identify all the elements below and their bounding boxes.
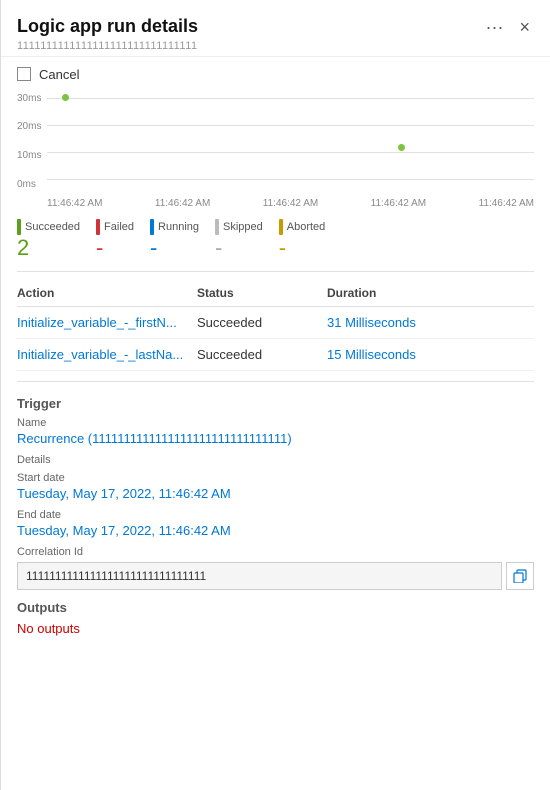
status-label-2: Running: [150, 219, 199, 235]
copy-icon: [513, 569, 527, 583]
status-label-1: Failed: [96, 219, 134, 235]
chart-dot-2: [398, 144, 405, 151]
col-header-action: Action: [17, 286, 197, 300]
trigger-name-label: Name: [17, 417, 534, 429]
chart-x-axis: 11:46:42 AM 11:46:42 AM 11:46:42 AM 11:4…: [1, 196, 550, 211]
status-item-running: Running -: [150, 219, 199, 259]
x-label-4: 11:46:42 AM: [479, 198, 534, 209]
correlation-id-row: [17, 562, 534, 590]
trigger-start-value: Tuesday, May 17, 2022, 11:46:42 AM: [17, 486, 534, 501]
table-cell-status-0: Succeeded: [197, 315, 327, 330]
divider-1: [17, 271, 534, 272]
chart-plot: [47, 92, 534, 192]
status-item-aborted: Aborted -: [279, 219, 326, 259]
correlation-label: Correlation Id: [17, 546, 534, 558]
chart-line-20: [47, 125, 534, 126]
status-item-succeeded: Succeeded 2: [17, 219, 80, 259]
panel-subtitle: 1111111111111111111111111111111: [17, 40, 198, 52]
status-bar-4: [279, 219, 283, 235]
trigger-end-value: Tuesday, May 17, 2022, 11:46:42 AM: [17, 523, 534, 538]
action-link-1[interactable]: Initialize_variable_-_lastNa...: [17, 347, 183, 362]
correlation-id-input[interactable]: [17, 562, 502, 590]
header-left: Logic app run details 111111111111111111…: [17, 16, 198, 52]
y-label-20: 20ms: [17, 122, 41, 132]
status-item-failed: Failed -: [96, 219, 134, 259]
status-label-3: Skipped: [215, 219, 263, 235]
status-bar-2: [150, 219, 154, 235]
status-bar-1: [96, 219, 100, 235]
trigger-section-title: Trigger: [17, 396, 534, 411]
cancel-label: Cancel: [39, 67, 79, 82]
y-label-0: 0ms: [17, 180, 41, 190]
y-label-10: 10ms: [17, 151, 41, 161]
cancel-checkbox[interactable]: [17, 67, 31, 81]
trigger-details-label: Details: [17, 454, 534, 466]
col-header-duration: Duration: [327, 286, 534, 300]
table-cell-status-1: Succeeded: [197, 347, 327, 362]
copy-button[interactable]: [506, 562, 534, 590]
y-label-30: 30ms: [17, 94, 41, 104]
x-label-3: 11:46:42 AM: [371, 198, 426, 209]
table-cell-duration-0: 31 Milliseconds: [327, 315, 534, 330]
status-value-3: -: [215, 237, 222, 259]
chart-line-10: [47, 152, 534, 153]
chart-line-30: [47, 98, 534, 99]
trigger-end-label: End date: [17, 509, 534, 521]
table-row[interactable]: Initialize_variable_-_lastNa... Succeede…: [17, 339, 534, 371]
status-row: Succeeded 2 Failed - Running - Skipped -: [1, 219, 550, 259]
x-label-1: 11:46:42 AM: [155, 198, 210, 209]
table-cell-action-0: Initialize_variable_-_firstN...: [17, 315, 197, 330]
header: Logic app run details 111111111111111111…: [1, 0, 550, 57]
table-area: Action Status Duration Initialize_variab…: [1, 282, 550, 371]
action-link-0[interactable]: Initialize_variable_-_firstN...: [17, 315, 177, 330]
trigger-section: Trigger Name Recurrence (111111111111111…: [1, 392, 550, 590]
trigger-name-group: Name Recurrence (11111111111111111111111…: [17, 417, 534, 446]
trigger-end-group: End date Tuesday, May 17, 2022, 11:46:42…: [17, 509, 534, 538]
table-header: Action Status Duration: [17, 282, 534, 307]
chart-dot-1: [62, 94, 69, 101]
x-label-0: 11:46:42 AM: [47, 198, 102, 209]
trigger-start-group: Start date Tuesday, May 17, 2022, 11:46:…: [17, 472, 534, 501]
panel: Logic app run details 111111111111111111…: [0, 0, 550, 790]
divider-2: [17, 381, 534, 382]
panel-title: Logic app run details: [17, 16, 198, 38]
status-value-4: -: [279, 237, 286, 259]
status-bar-0: [17, 219, 21, 235]
status-value-2: -: [150, 237, 157, 259]
table-cell-action-1: Initialize_variable_-_lastNa...: [17, 347, 197, 362]
status-label-0: Succeeded: [17, 219, 80, 235]
x-label-2: 11:46:42 AM: [263, 198, 318, 209]
chart-line-0: [47, 179, 534, 180]
status-item-skipped: Skipped -: [215, 219, 263, 259]
table-cell-duration-1: 15 Milliseconds: [327, 347, 534, 362]
status-label-4: Aborted: [279, 219, 326, 235]
header-actions: ··· ×: [482, 16, 535, 38]
chart-y-labels: 30ms 20ms 10ms 0ms: [17, 92, 41, 192]
cancel-row: Cancel: [1, 57, 550, 92]
more-options-icon[interactable]: ···: [482, 16, 508, 38]
no-outputs-text: No outputs: [17, 621, 534, 636]
chart-area: 30ms 20ms 10ms 0ms: [1, 92, 550, 192]
trigger-start-label: Start date: [17, 472, 534, 484]
trigger-name-value[interactable]: Recurrence (1111111111111111111111111111…: [17, 431, 534, 446]
chart-container: 30ms 20ms 10ms 0ms: [17, 92, 534, 192]
trigger-details-group: Details: [17, 454, 534, 466]
outputs-section: Outputs No outputs: [1, 600, 550, 636]
table-body: Initialize_variable_-_firstN... Succeede…: [17, 307, 534, 371]
status-value-0: 2: [17, 237, 29, 259]
status-value-1: -: [96, 237, 103, 259]
table-row[interactable]: Initialize_variable_-_firstN... Succeede…: [17, 307, 534, 339]
status-bar-3: [215, 219, 219, 235]
close-button[interactable]: ×: [515, 16, 534, 38]
outputs-title: Outputs: [17, 600, 534, 615]
col-header-status: Status: [197, 286, 327, 300]
